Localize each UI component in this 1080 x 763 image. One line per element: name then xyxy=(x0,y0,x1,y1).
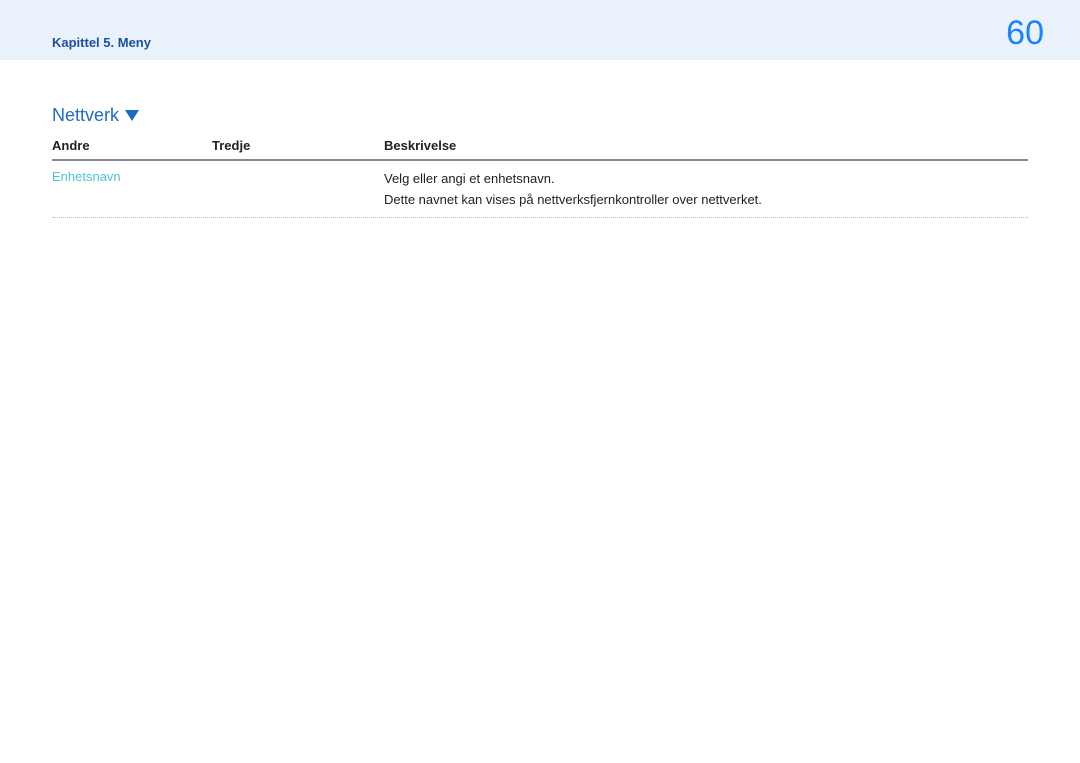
menu-table: Andre Tredje Beskrivelse Enhetsnavn Velg… xyxy=(52,138,1028,218)
table-row: Enhetsnavn Velg eller angi et enhetsnavn… xyxy=(52,161,1028,218)
triangle-down-icon xyxy=(125,110,139,121)
table-header-row: Andre Tredje Beskrivelse xyxy=(52,138,1028,161)
content-area: Nettverk Andre Tredje Beskrivelse Enhets… xyxy=(0,60,1080,218)
cell-beskrivelse: Velg eller angi et enhetsnavn. Dette nav… xyxy=(384,169,1028,211)
col-header-tredje: Tredje xyxy=(212,138,384,153)
desc-line-2: Dette navnet kan vises på nettverksfjern… xyxy=(384,190,1028,211)
cell-andre: Enhetsnavn xyxy=(52,169,212,184)
section-title-text: Nettverk xyxy=(52,105,119,126)
page-number: 60 xyxy=(1006,14,1044,53)
page-header: Kapittel 5. Meny 60 xyxy=(0,0,1080,60)
chapter-label: Kapittel 5. Meny xyxy=(52,35,151,50)
section-heading: Nettverk xyxy=(52,105,1028,126)
desc-line-1: Velg eller angi et enhetsnavn. xyxy=(384,169,1028,190)
col-header-andre: Andre xyxy=(52,138,212,153)
col-header-beskrivelse: Beskrivelse xyxy=(384,138,1028,153)
